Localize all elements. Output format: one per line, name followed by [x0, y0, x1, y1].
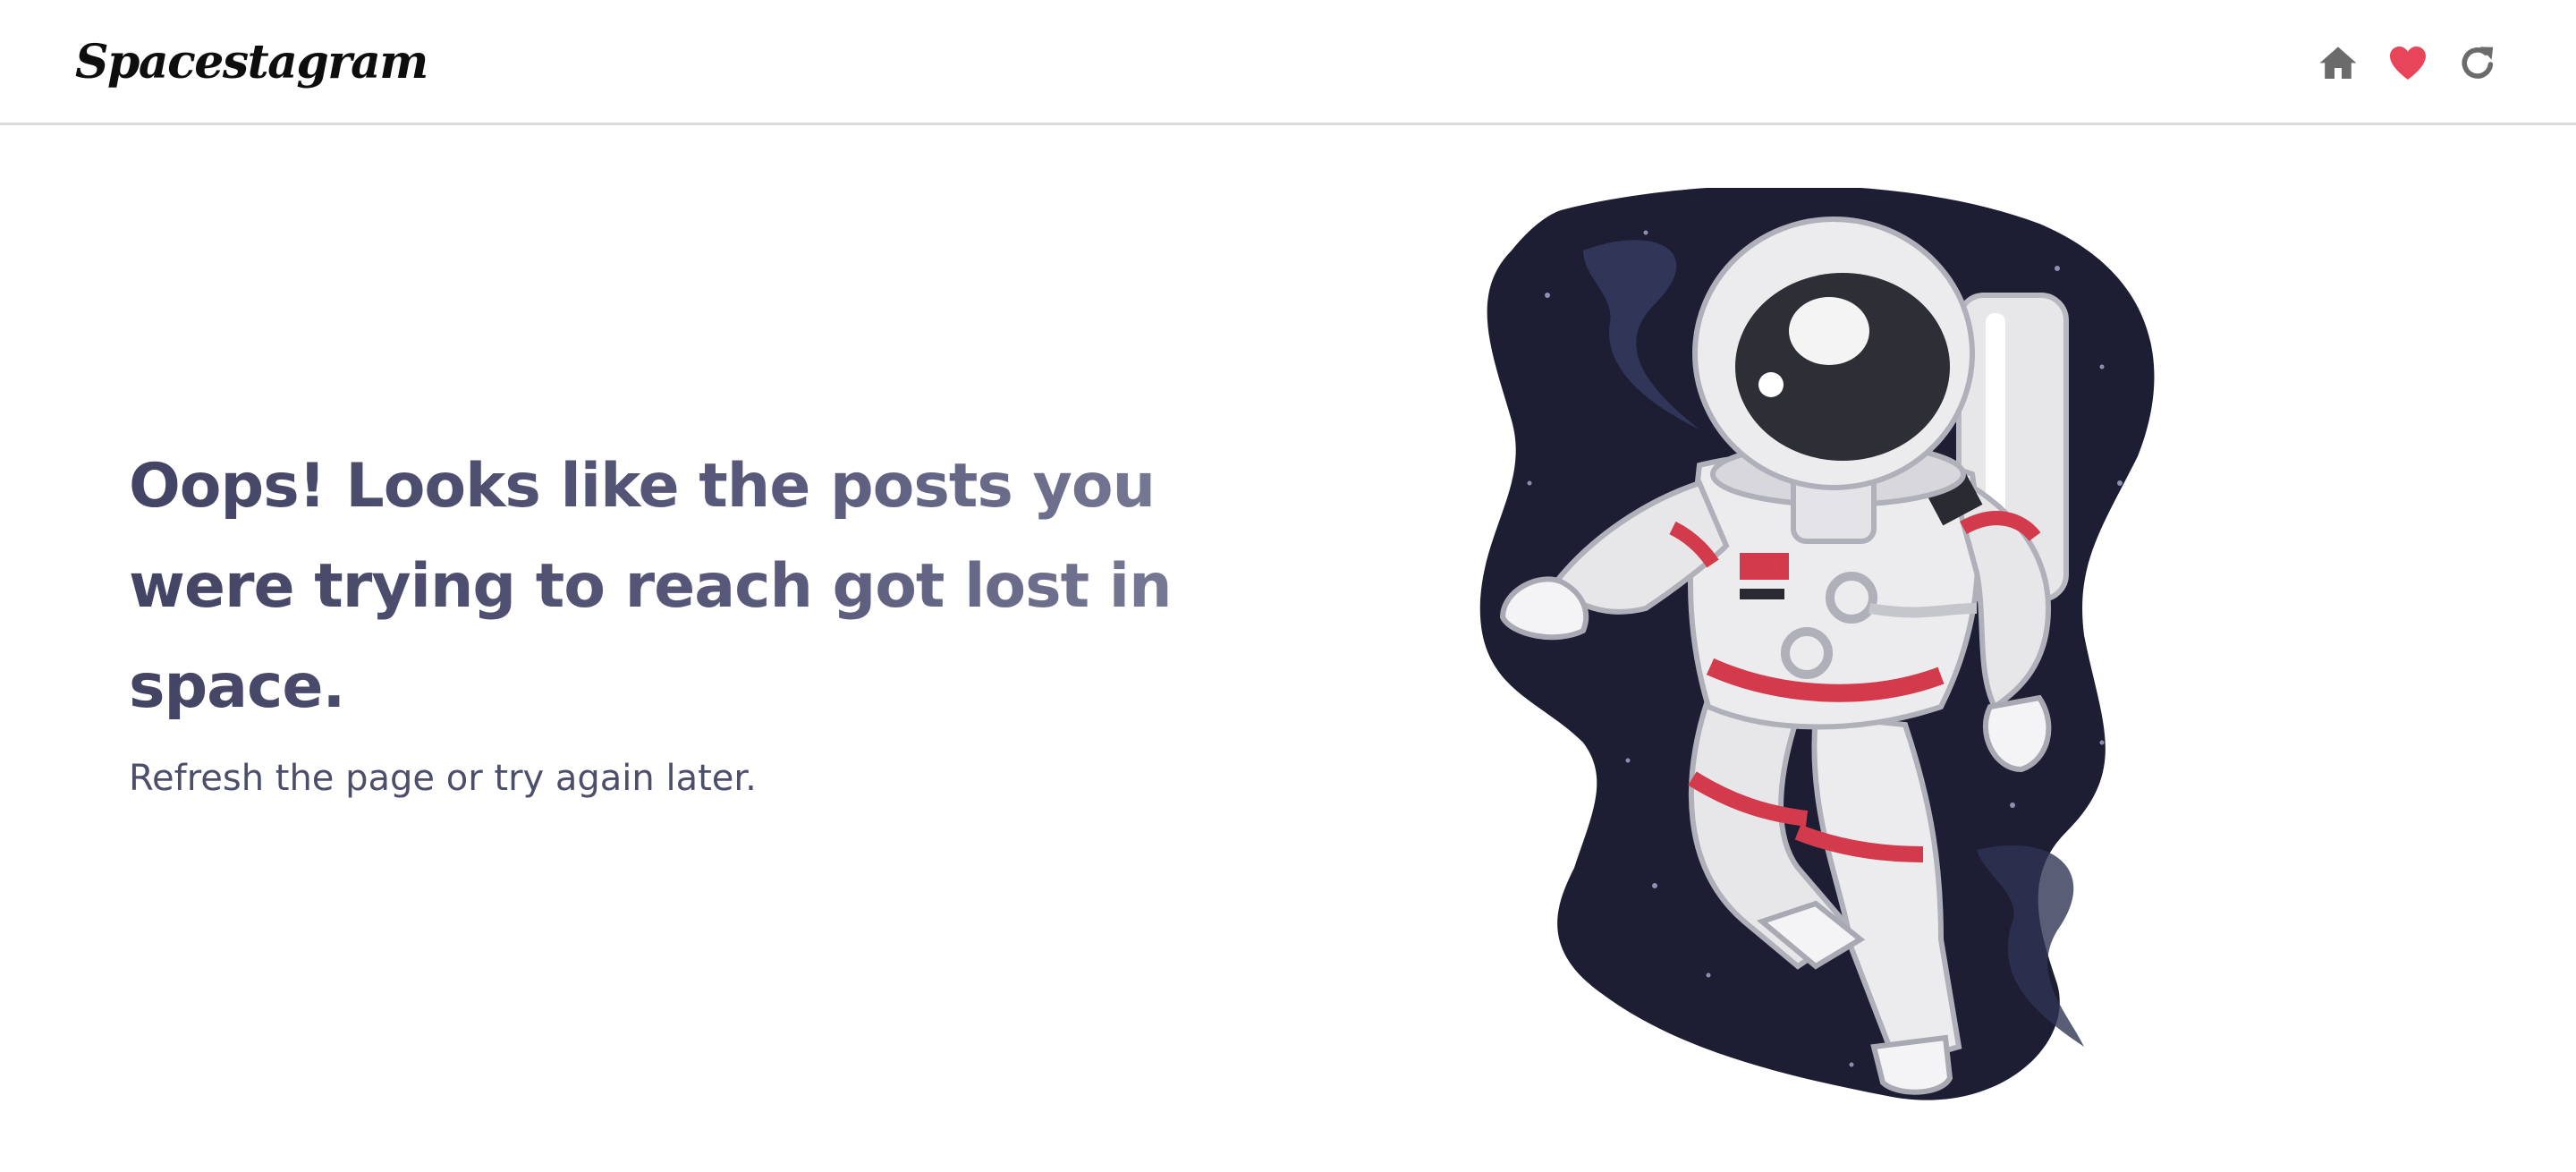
error-headline: Oops! Looks like the posts you were tryi…: [129, 437, 1238, 737]
home-icon: [2319, 47, 2357, 79]
app-logo[interactable]: Spacestagram: [75, 32, 428, 93]
heart-icon: [2390, 47, 2426, 80]
astronaut-illustration: [1476, 188, 2209, 1109]
favorites-button[interactable]: [2386, 41, 2429, 84]
refresh-icon: [2462, 47, 2494, 79]
refresh-button[interactable]: [2456, 41, 2499, 84]
nav-actions: [2317, 36, 2499, 89]
astronaut-image: [1479, 188, 2155, 1100]
error-subtext: Refresh the page or try again later.: [129, 758, 757, 799]
navbar: Spacestagram: [0, 0, 2576, 125]
error-message: Oops! Looks like the posts you were tryi…: [129, 437, 1238, 802]
home-button[interactable]: [2317, 41, 2360, 84]
